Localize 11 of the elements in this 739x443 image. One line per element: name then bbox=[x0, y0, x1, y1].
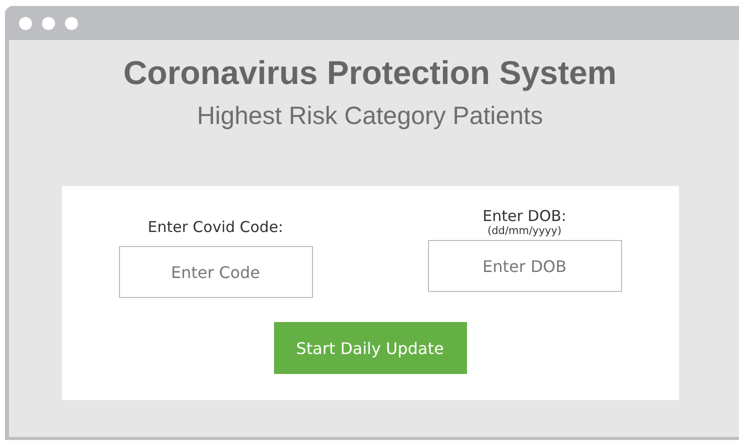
window-control-icon[interactable] bbox=[19, 16, 32, 30]
format-hint: (dd/mm/yyyy) bbox=[488, 225, 562, 237]
page-title: Coronavirus Protection System bbox=[123, 54, 617, 92]
field-label: Enter Covid Code: bbox=[148, 218, 284, 236]
input-field[interactable]: Enter DOB bbox=[428, 240, 622, 292]
field-label: Enter DOB: bbox=[482, 207, 566, 225]
window-control-icon[interactable] bbox=[42, 16, 55, 30]
window-control-icon[interactable] bbox=[65, 16, 78, 30]
input-field[interactable]: Enter Code bbox=[118, 246, 312, 298]
start-button[interactable]: Start Daily Update bbox=[274, 322, 466, 374]
page-subtitle: Highest Risk Category Patients bbox=[197, 102, 543, 131]
